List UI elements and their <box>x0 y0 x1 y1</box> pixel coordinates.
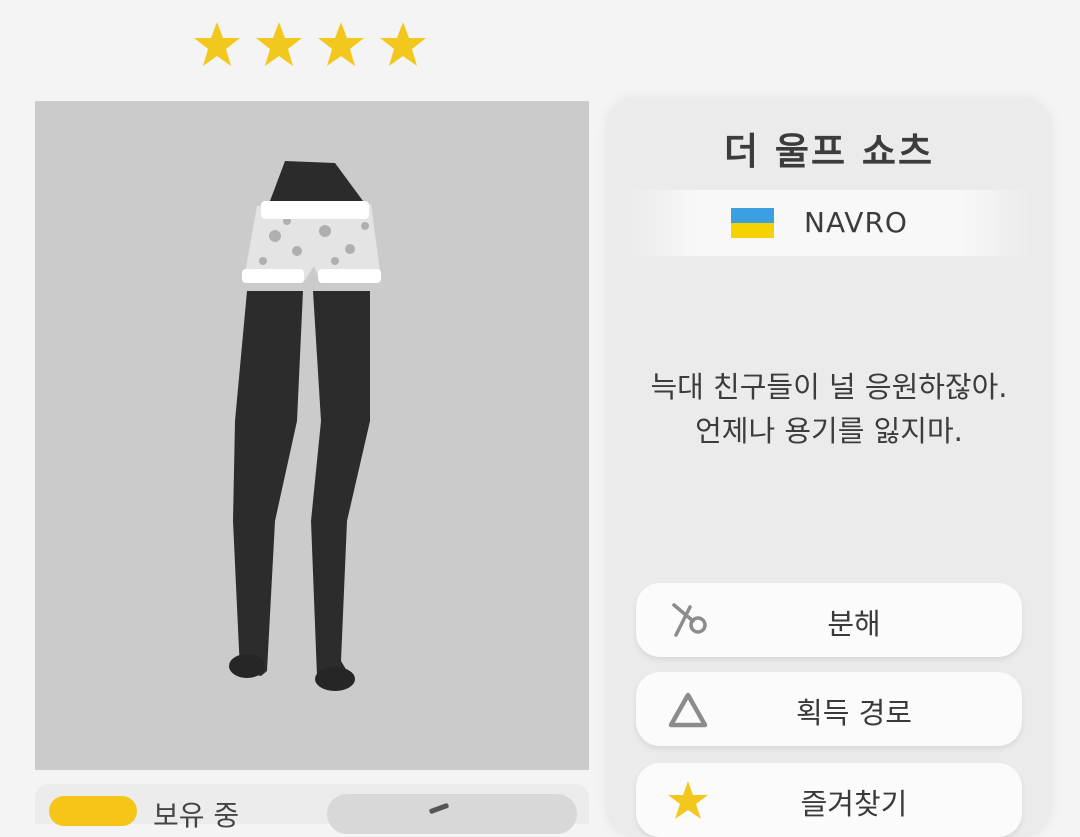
owned-label: 보유 중 <box>153 799 240 832</box>
ownership-pill[interactable] <box>327 794 577 834</box>
favorite-label: 즐겨찾기 <box>800 787 908 821</box>
star-icon <box>254 20 304 70</box>
obtain-path-button[interactable]: 획득 경로 <box>636 672 1022 746</box>
star-icon <box>192 20 242 70</box>
disassemble-label: 분해 <box>827 607 881 641</box>
owned-count-badge <box>49 796 137 826</box>
item-preview <box>35 101 589 770</box>
description-line-2: 언제나 용기를 잃지마. <box>695 414 963 448</box>
item-description: 늑대 친구들이 널 응원하잖아. 언제나 용기를 잃지마. <box>606 365 1052 453</box>
item-info-card: 더 울프 쇼츠 NAVRO 늑대 친구들이 널 응원하잖아. 언제나 용기를 잃… <box>606 97 1052 837</box>
dash-icon <box>428 802 450 815</box>
favorite-button[interactable]: 즐겨찾기 <box>636 763 1022 837</box>
obtain-path-label: 획득 경로 <box>796 696 912 730</box>
ownership-strip: 보유 중 <box>35 784 589 834</box>
star-icon <box>378 20 428 70</box>
mannequin-shorts-image <box>229 161 381 691</box>
rating-stars <box>192 20 428 70</box>
star-icon <box>316 20 366 70</box>
description-line-1: 늑대 친구들이 널 응원하잖아. <box>650 370 1008 404</box>
brand-name: NAVRO <box>804 206 908 239</box>
brand-row: NAVRO <box>628 190 1030 256</box>
disassemble-button[interactable]: 분해 <box>636 583 1022 657</box>
item-title: 더 울프 쇼츠 <box>724 130 934 173</box>
brand-flag-icon <box>731 208 774 238</box>
